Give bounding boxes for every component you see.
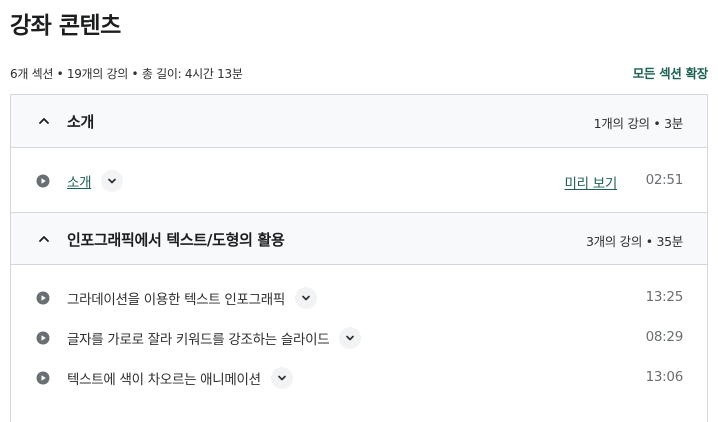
play-circle-icon [36, 174, 50, 188]
chevron-up-icon [39, 118, 49, 124]
course-summary: 6개 섹션 • 19개의 강의 • 총 길이: 4시간 13분 [10, 67, 243, 81]
lecture-details-toggle[interactable] [101, 170, 124, 192]
lecture-details-toggle[interactable] [339, 327, 362, 349]
chevron-up-icon [39, 236, 49, 242]
lecture-item: 그라데이션을 이용한 텍스트 인포그래픽 13:25 [11, 278, 707, 318]
section-title: 인포그래픽에서 텍스트/도형의 활용 [67, 231, 285, 249]
lecture-duration: 02:51 [645, 172, 684, 188]
lecture-item: 소개 미리 보기 02:51 [11, 161, 707, 201]
lecture-title: 그라데이션을 이용한 텍스트 인포그래픽 [67, 292, 286, 308]
lecture-list: 소개 미리 보기 02:51 [11, 148, 707, 212]
section-meta: 3개의 강의 • 35분 [585, 234, 683, 249]
lecture-item: 글자를 가로로 잘라 키워드를 강조하는 슬라이드 08:29 [11, 318, 707, 358]
chevron-down-icon [108, 178, 117, 184]
chevron-down-icon [277, 375, 286, 381]
lecture-list: 그라데이션을 이용한 텍스트 인포그래픽 13:25 글자를 가로로 잘라 키워… [11, 265, 707, 409]
preview-link[interactable]: 미리 보기 [565, 172, 618, 192]
section-title: 소개 [67, 113, 95, 131]
lecture-item: 텍스트에 색이 차오르는 애니메이션 13:06 [11, 358, 707, 398]
curriculum: 소개 1개의 강의 • 3분 소개 미리 보기 02:51 인포그래픽에서 텍스… [10, 94, 708, 422]
expand-all-sections-button[interactable]: 모든 섹션 확장 [633, 63, 709, 82]
lecture-details-toggle[interactable] [295, 287, 318, 309]
lecture-duration: 08:29 [645, 329, 684, 345]
play-circle-icon [36, 331, 50, 345]
lecture-title-group: 그라데이션을 이용한 텍스트 인포그래픽 [67, 287, 318, 309]
section-header[interactable]: 인포그래픽에서 텍스트/도형의 활용 3개의 강의 • 35분 [11, 212, 707, 265]
lecture-title: 글자를 가로로 잘라 키워드를 강조하는 슬라이드 [67, 332, 330, 348]
page-title: 강좌 콘텐츠 [10, 13, 121, 39]
play-circle-icon [36, 371, 50, 385]
lecture-title: 텍스트에 색이 차오르는 애니메이션 [67, 372, 261, 388]
chevron-down-icon [346, 335, 355, 341]
lecture-title-group: 텍스트에 색이 차오르는 애니메이션 [67, 367, 293, 389]
lecture-title-group: 글자를 가로로 잘라 키워드를 강조하는 슬라이드 [67, 327, 362, 349]
section-meta: 1개의 강의 • 3분 [593, 116, 684, 131]
play-circle-icon [36, 291, 50, 305]
lecture-details-toggle[interactable] [270, 367, 293, 389]
lecture-duration: 13:06 [645, 369, 684, 385]
section-header[interactable]: 소개 1개의 강의 • 3분 [11, 95, 707, 148]
lecture-title-link[interactable]: 소개 [67, 171, 92, 191]
chevron-down-icon [302, 295, 310, 301]
lecture-title-group: 소개 [67, 170, 124, 192]
lecture-duration: 13:25 [645, 289, 684, 305]
course-summary-row: 6개 섹션 • 19개의 강의 • 총 길이: 4시간 13분 모든 섹션 확장 [10, 63, 708, 83]
